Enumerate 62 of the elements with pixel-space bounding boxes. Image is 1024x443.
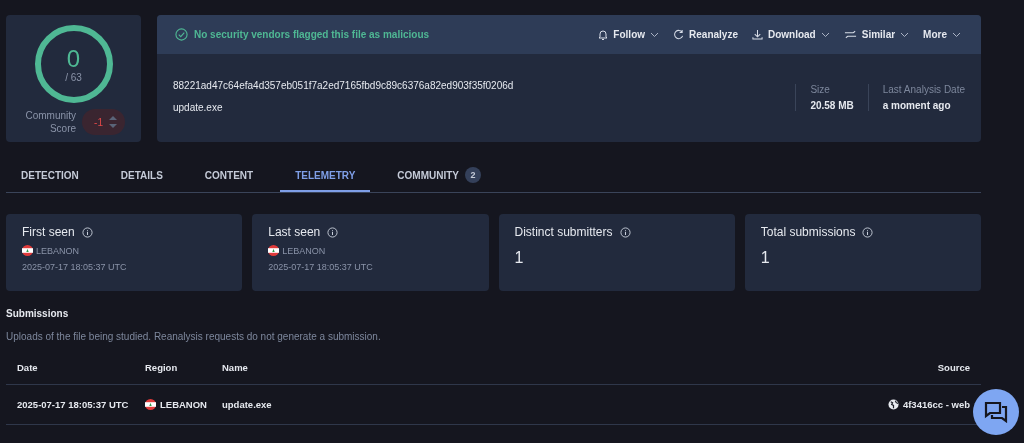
stat-title: Distinct submitters	[514, 225, 613, 239]
tab[interactable]: COMMUNITY 2	[382, 160, 497, 192]
meta-value: 20.58 MB	[810, 100, 854, 111]
stat-value: 1	[514, 249, 525, 267]
column-header: Region	[145, 361, 179, 373]
chevron-down-icon	[820, 31, 830, 38]
stat-title: Last seen	[268, 225, 321, 239]
chevron-down-icon	[650, 31, 660, 38]
country: LEBANON	[36, 245, 79, 256]
check-circle-icon	[175, 28, 188, 41]
column-header: Source	[937, 361, 970, 373]
count-badge: 2	[465, 167, 482, 183]
action-button[interactable]: Similar	[839, 25, 914, 44]
vote-arrows-icon[interactable]	[108, 115, 117, 129]
stat-title: Total submissions	[760, 225, 856, 239]
chat-icon	[984, 401, 1008, 423]
community-score-label: Community Score	[24, 109, 77, 135]
meta-value: a moment ago	[882, 100, 952, 111]
chevron-down-icon	[952, 31, 961, 38]
flag-icon	[268, 245, 280, 256]
section-description: Uploads of the file being studied. Reanalysis requests do not generate a submission.	[6, 331, 382, 342]
verdict-text: No security vendors flagged this file as malicious	[194, 29, 430, 40]
file-name: update.exe	[173, 102, 224, 113]
info-icon[interactable]	[81, 226, 93, 238]
info-icon[interactable]	[862, 226, 874, 238]
refresh-icon	[673, 29, 685, 40]
action-button[interactable]: Follow	[594, 25, 664, 44]
action-button[interactable]: Reanalyze	[669, 25, 742, 44]
similar-icon	[843, 30, 857, 39]
download-icon	[751, 29, 763, 40]
action-button[interactable]: Download	[747, 25, 834, 44]
chevron-down-icon	[900, 31, 910, 38]
table-cell-text: 2025-07-17 18:05:37 UTC	[17, 399, 130, 410]
table-cell-text: update.exe	[222, 399, 273, 410]
tab[interactable]: CONTENT	[189, 160, 269, 192]
globe-icon	[887, 399, 899, 410]
chat-button[interactable]	[973, 389, 1019, 435]
column-header: Name	[222, 361, 249, 373]
info-icon[interactable]	[327, 226, 339, 238]
column-header: Date	[17, 361, 39, 373]
engine-total: / 63	[65, 71, 82, 83]
section-title: Submissions	[6, 308, 70, 319]
action-button[interactable]: More	[919, 25, 965, 44]
country: LEBANON	[282, 245, 326, 256]
tab[interactable]: DETECTION	[6, 160, 94, 192]
meta-label: Size	[810, 84, 831, 95]
flag-icon	[22, 245, 33, 256]
tab[interactable]: DETAILS	[105, 160, 178, 192]
stat-title: First seen	[22, 225, 75, 239]
table-cell: 4f3416cc - web	[902, 399, 970, 410]
info-icon[interactable]	[619, 226, 631, 238]
file-hash: 88221ad47c64efa4d357eb051f7a2ed7165fbd9c89c6376a82ed903f35f0206d	[173, 80, 514, 91]
tab[interactable]: TELEMETRY	[280, 160, 371, 192]
bell-icon	[598, 28, 609, 41]
table-cell: LEBANON	[160, 399, 207, 410]
community-score-control[interactable]: -1	[82, 109, 125, 135]
meta-label: Last Analysis Date	[882, 84, 965, 95]
detection-count: 0	[66, 45, 81, 72]
flag-icon	[145, 399, 156, 410]
stat-date: 2025-07-17 18:05:37 UTC	[22, 262, 128, 272]
stat-date: 2025-07-17 18:05:37 UTC	[268, 262, 374, 272]
stat-value: 1	[760, 249, 771, 267]
